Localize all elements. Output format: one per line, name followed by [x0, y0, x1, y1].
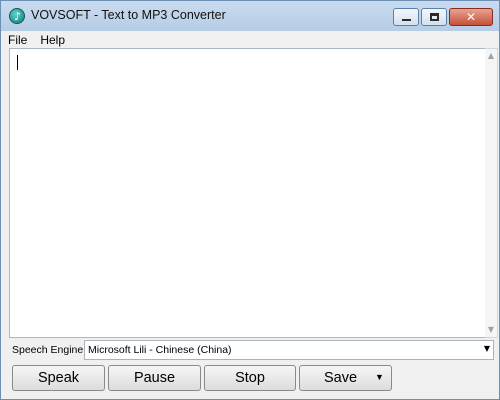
speech-engine-select[interactable]: Microsoft Lili - Chinese (China) ▼ — [84, 340, 494, 360]
save-dropdown-button[interactable]: ▼ — [369, 366, 391, 390]
save-chevron-down-icon: ▼ — [375, 372, 384, 382]
chevron-down-icon[interactable]: ▼ — [484, 344, 490, 353]
close-button[interactable]: ✕ — [449, 8, 493, 26]
speech-engine-value: Microsoft Lili - Chinese (China) — [88, 344, 232, 356]
speak-button-label: Speak — [37, 370, 80, 386]
stop-button-label: Stop — [235, 370, 265, 386]
speak-button[interactable]: Speak — [12, 365, 105, 391]
music-note-icon: ♪ — [14, 10, 22, 23]
text-input-area[interactable] — [9, 48, 486, 338]
maximize-button[interactable] — [421, 8, 447, 26]
title-bar[interactable]: ♪ VOVSOFT - Text to MP3 Converter ✕ — [1, 1, 499, 31]
window-controls: ✕ — [393, 8, 493, 26]
stop-button[interactable]: Stop — [204, 365, 296, 391]
window-title: VOVSOFT - Text to MP3 Converter — [31, 8, 226, 22]
menu-file[interactable]: File — [8, 33, 27, 47]
pause-button[interactable]: Pause — [108, 365, 201, 391]
minimize-icon — [402, 19, 411, 21]
text-caret — [17, 55, 18, 70]
pause-button-label: Pause — [133, 370, 176, 386]
close-icon: ✕ — [465, 10, 477, 24]
save-button-label: Save — [324, 370, 358, 386]
menu-bar: File Help — [1, 31, 499, 49]
speech-engine-label: Speech Engine: — [12, 344, 87, 356]
minimize-button[interactable] — [393, 8, 419, 26]
maximize-icon — [430, 13, 439, 21]
scroll-down-icon[interactable]: ▼ — [485, 323, 497, 337]
menu-help[interactable]: Help — [40, 33, 65, 47]
app-icon: ♪ — [9, 8, 25, 24]
save-button[interactable]: Save ▼ — [299, 365, 392, 391]
vertical-scrollbar[interactable]: ▲ ▼ — [485, 48, 498, 338]
scroll-up-icon[interactable]: ▲ — [485, 49, 497, 63]
app-window: ♪ VOVSOFT - Text to MP3 Converter ✕ File… — [0, 0, 500, 400]
